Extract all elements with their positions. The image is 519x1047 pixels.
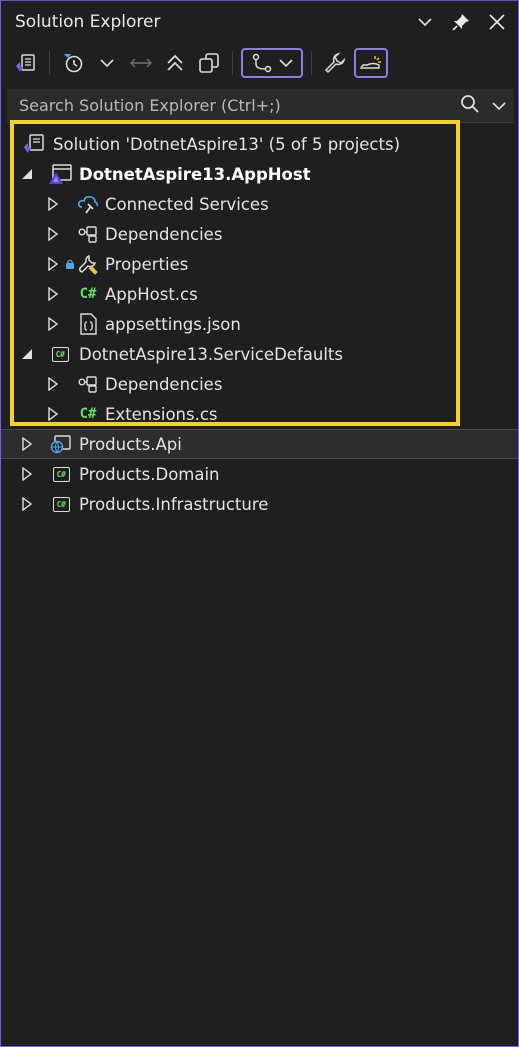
tree-item-project-products-infrastructure[interactable]: C# Products.Infrastructure xyxy=(1,489,518,519)
csharp-file-icon: C# xyxy=(79,286,97,302)
pending-changes-filter-icon[interactable] xyxy=(58,48,88,78)
collapsed-arrow-icon[interactable] xyxy=(19,466,35,482)
tree-item-project-products-domain[interactable]: C# Products.Domain xyxy=(1,459,518,489)
dependencies-icon xyxy=(77,373,99,395)
tree-item-label: DotnetAspire13.ServiceDefaults xyxy=(79,344,343,364)
tree-item-properties[interactable]: Properties xyxy=(1,249,518,279)
aspire-apphost-icon xyxy=(47,163,73,185)
search-icon[interactable] xyxy=(460,94,480,118)
window-title: Solution Explorer xyxy=(15,12,161,32)
filter-dropdown-chevron-icon[interactable] xyxy=(92,48,122,78)
toolbar-separator xyxy=(311,51,312,75)
expanded-arrow-icon[interactable] xyxy=(19,166,35,182)
toolbar-separator xyxy=(232,51,233,75)
tree-item-label: Dependencies xyxy=(105,224,223,244)
git-branch-icon xyxy=(252,53,272,73)
sync-with-active-document-icon[interactable] xyxy=(126,48,156,78)
tree-item-label: AppHost.cs xyxy=(105,284,198,304)
chevron-down-icon xyxy=(279,59,293,68)
tree-item-label: Products.Api xyxy=(79,434,182,454)
tree-item-label: Properties xyxy=(105,254,189,274)
lock-icon xyxy=(65,259,77,269)
tree-item-label: Connected Services xyxy=(105,194,269,214)
tree-item-project-products-api[interactable]: Products.Api xyxy=(1,429,518,459)
expanded-arrow-icon[interactable] xyxy=(19,346,35,362)
switch-views-icon[interactable] xyxy=(11,48,41,78)
dependencies-icon xyxy=(77,223,99,245)
show-all-files-icon[interactable] xyxy=(194,48,224,78)
tree-item-dependencies[interactable]: Dependencies xyxy=(1,219,518,249)
tree-item-connected-services[interactable]: Connected Services xyxy=(1,189,518,219)
toolbar-separator xyxy=(49,51,50,75)
collapsed-arrow-icon[interactable] xyxy=(45,226,61,242)
search-box[interactable]: Search Solution Explorer (Ctrl+;) xyxy=(7,89,514,123)
tree-item-apphost-cs[interactable]: C# AppHost.cs xyxy=(1,279,518,309)
collapsed-arrow-icon[interactable] xyxy=(45,286,61,302)
tree-item-label: Solution 'DotnetAspire13' (5 of 5 projec… xyxy=(53,134,401,154)
csharp-project-icon: C# xyxy=(49,493,73,515)
tree-item-appsettings-json[interactable]: appsettings.json xyxy=(1,309,518,339)
csharp-project-icon: C# xyxy=(49,463,73,485)
collapsed-arrow-icon[interactable] xyxy=(45,196,61,212)
collapsed-arrow-icon[interactable] xyxy=(45,316,61,332)
tree-item-label: Products.Domain xyxy=(79,464,220,484)
git-changes-filter-button[interactable] xyxy=(241,48,303,78)
json-file-icon xyxy=(77,313,99,335)
search-input[interactable]: Search Solution Explorer (Ctrl+;) xyxy=(19,96,460,115)
tree-item-label: Extensions.cs xyxy=(105,404,218,424)
csharp-file-icon: C# xyxy=(79,406,97,422)
pin-icon[interactable] xyxy=(450,11,472,33)
csharp-project-icon: C# xyxy=(47,343,73,365)
collapsed-arrow-icon[interactable] xyxy=(45,376,61,392)
solution-tree: Solution 'DotnetAspire13' (5 of 5 projec… xyxy=(1,129,518,519)
toolbar xyxy=(1,43,518,83)
solution-explorer-window: Solution Explorer Search Solution Explor… xyxy=(0,0,519,1047)
search-options-chevron-icon[interactable] xyxy=(492,96,506,115)
collapsed-arrow-icon[interactable] xyxy=(19,436,35,452)
tree-item-extensions-cs[interactable]: C# Extensions.cs xyxy=(1,399,518,429)
preview-selected-items-icon[interactable] xyxy=(354,48,388,78)
collapsed-arrow-icon[interactable] xyxy=(19,496,35,512)
tree-item-solution[interactable]: Solution 'DotnetAspire13' (5 of 5 projec… xyxy=(1,129,518,159)
tree-item-label: Products.Infrastructure xyxy=(79,494,269,514)
title-bar: Solution Explorer xyxy=(1,1,518,43)
tree-item-label: DotnetAspire13.AppHost xyxy=(79,164,311,184)
tree-item-project-servicedefaults[interactable]: C# DotnetAspire13.ServiceDefaults xyxy=(1,339,518,369)
tree-item-dependencies[interactable]: Dependencies xyxy=(1,369,518,399)
solution-icon xyxy=(21,133,47,155)
window-options-chevron-icon[interactable] xyxy=(414,11,436,33)
close-icon[interactable] xyxy=(486,11,508,33)
collapsed-arrow-icon[interactable] xyxy=(45,406,61,422)
wrench-properties-icon xyxy=(77,253,99,275)
tree-item-project-apphost[interactable]: DotnetAspire13.AppHost xyxy=(1,159,518,189)
tree-item-label: appsettings.json xyxy=(105,314,241,334)
collapse-all-icon[interactable] xyxy=(160,48,190,78)
connected-services-icon xyxy=(77,193,99,215)
collapsed-arrow-icon[interactable] xyxy=(45,256,61,272)
properties-wrench-icon[interactable] xyxy=(320,48,350,78)
tree-item-label: Dependencies xyxy=(105,374,223,394)
web-project-icon xyxy=(49,433,73,455)
